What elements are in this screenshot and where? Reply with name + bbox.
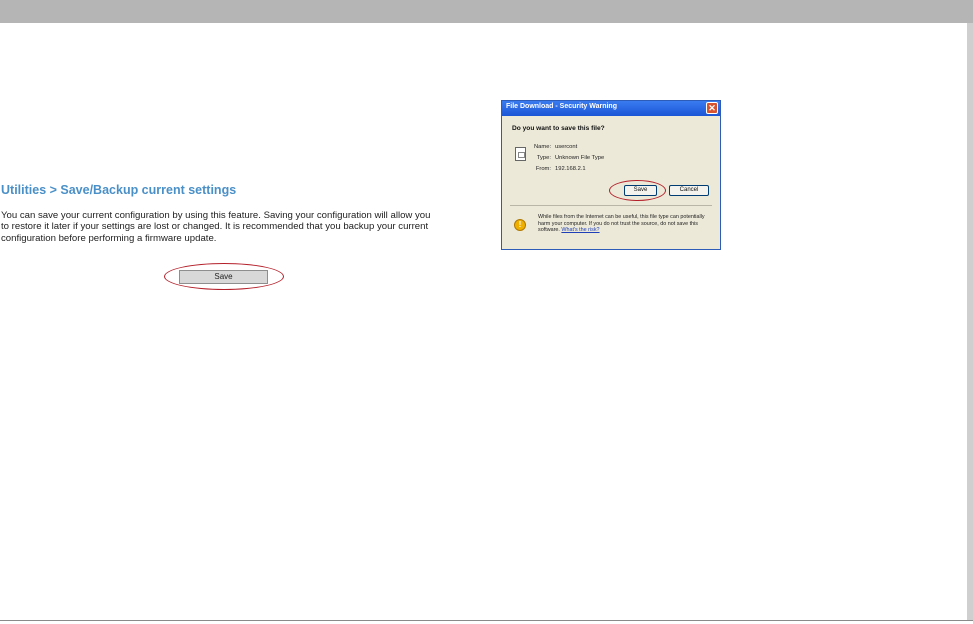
dialog-titlebar[interactable]: File Download - Security Warning ✕ <box>502 101 720 116</box>
dialog-divider <box>510 205 712 206</box>
bottom-rule <box>0 620 973 621</box>
top-bar <box>0 0 973 23</box>
name-label: Name: <box>534 144 552 150</box>
file-name-row: Name: usercont <box>534 144 577 150</box>
file-download-dialog: File Download - Security Warning ✕ Do yo… <box>501 100 721 250</box>
dialog-title: File Download - Security Warning <box>506 103 617 110</box>
page-title: Utilities > Save/Backup current settings <box>1 183 237 197</box>
whats-the-risk-link[interactable]: What's the risk? <box>561 227 599 233</box>
page-description: You can save your current configuration … <box>1 210 431 244</box>
warning-text: While files from the Internet can be use… <box>538 214 716 234</box>
from-value: 192.168.2.1 <box>555 166 586 172</box>
type-label: Type: <box>536 155 551 161</box>
from-label: From: <box>535 166 551 172</box>
file-from-row: From: 192.168.2.1 <box>534 166 586 172</box>
file-icon <box>515 147 526 161</box>
dialog-cancel-button[interactable]: Cancel <box>669 185 709 196</box>
save-button[interactable]: Save <box>179 270 268 284</box>
shield-warning-icon: ! <box>514 219 526 231</box>
dialog-question: Do you want to save this file? <box>512 125 605 132</box>
dialog-save-button[interactable]: Save <box>624 185 657 196</box>
close-icon[interactable]: ✕ <box>706 102 718 114</box>
type-value: Unknown File Type <box>555 155 605 161</box>
right-margin-rule <box>967 23 973 620</box>
name-value: usercont <box>555 144 578 150</box>
file-type-row: Type: Unknown File Type <box>534 155 604 161</box>
